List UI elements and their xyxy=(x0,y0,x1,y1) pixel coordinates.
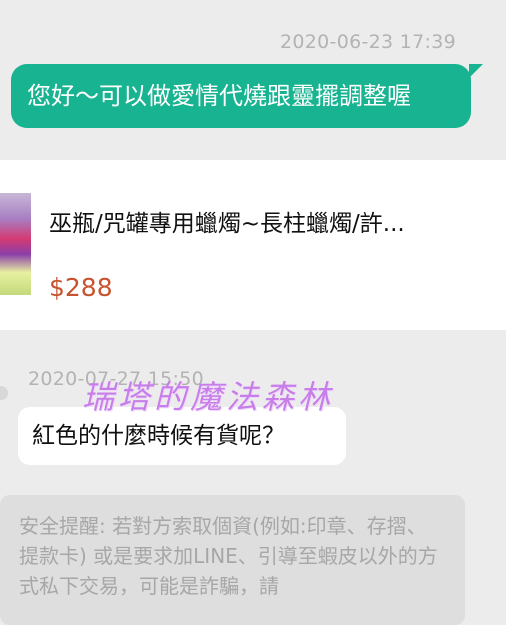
product-card[interactable]: 巫瓶/咒罐專用蠟燭~長柱蠟燭/許... $288 xyxy=(0,160,506,330)
outgoing-message-bubble[interactable]: 您好～可以做愛情代燒跟靈擺調整喔 xyxy=(11,64,483,128)
product-title: 巫瓶/咒罐專用蠟燭~長柱蠟燭/許... xyxy=(49,211,405,237)
safety-notice: 安全提醒: 若對方索取個資(例如:印章、存摺、提款卡) 或是要求加LINE、引導… xyxy=(0,495,465,625)
outgoing-message-text: 您好～可以做愛情代燒跟靈擺調整喔 xyxy=(27,82,411,110)
product-thumbnail[interactable] xyxy=(0,193,31,295)
incoming-message-text: 紅色的什麼時候有貨呢？ xyxy=(32,423,285,449)
safety-notice-text: 安全提醒: 若對方索取個資(例如:印章、存摺、提款卡) 或是要求加LINE、引導… xyxy=(19,514,438,598)
timestamp-incoming: 2020-07-27 15:50 xyxy=(28,368,205,390)
bubble-tail xyxy=(469,64,483,78)
product-price: $288 xyxy=(49,273,113,302)
avatar[interactable] xyxy=(0,386,8,400)
incoming-message-bubble[interactable]: 紅色的什麼時候有貨呢？ xyxy=(18,407,346,465)
timestamp-outgoing: 2020-06-23 17:39 xyxy=(280,31,457,53)
